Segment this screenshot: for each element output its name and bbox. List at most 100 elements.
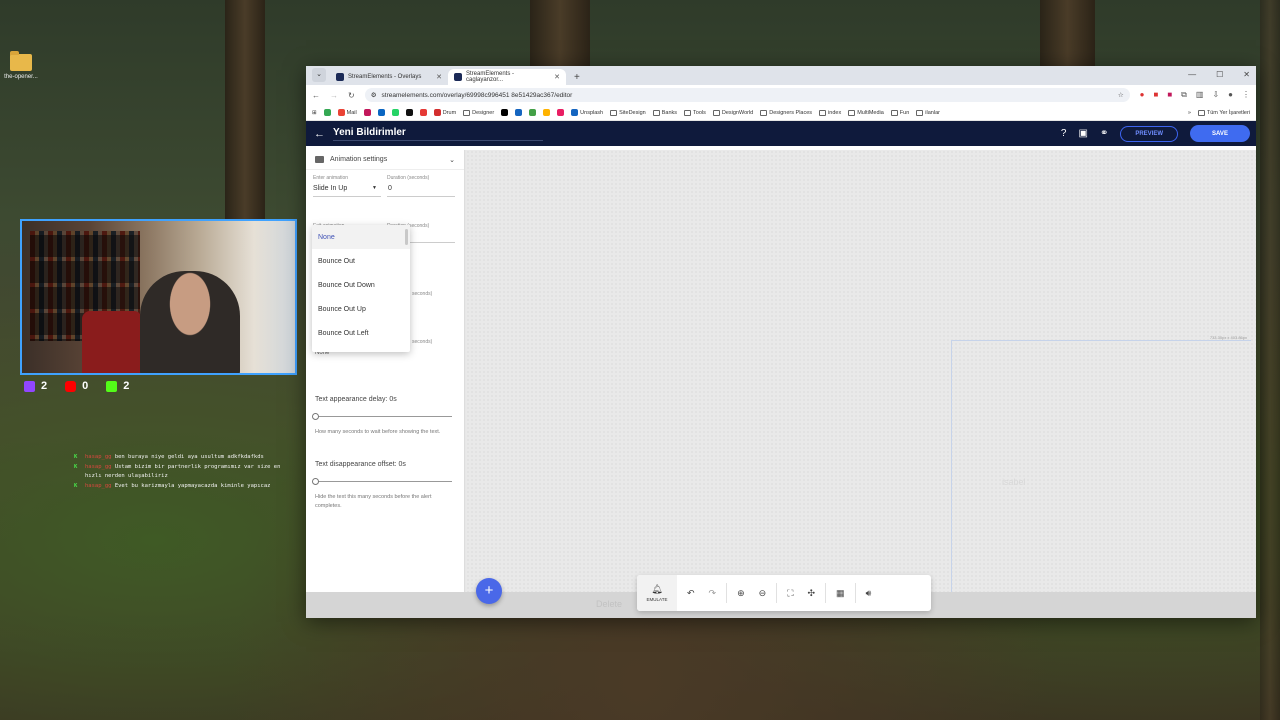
all-bookmarks[interactable]: Tüm Yer İşaretleri <box>1197 109 1250 116</box>
add-widget-button[interactable]: + <box>476 578 502 604</box>
sound-tools: 🔊︎ <box>856 588 882 599</box>
apps-icon[interactable]: ⊞ <box>312 110 317 116</box>
dropdown-option[interactable]: Bounce Out <box>312 249 410 273</box>
monitor-icon[interactable]: ▣ <box>1078 128 1087 139</box>
minimize-icon[interactable]: — <box>1188 70 1196 79</box>
bookmark-icon[interactable] <box>419 109 427 116</box>
fit-screen-icon[interactable]: ⛶ <box>787 588 793 599</box>
forward-icon[interactable]: → <box>330 91 338 100</box>
tree-trunk <box>530 0 590 70</box>
center-icon[interactable]: ✣ <box>808 588 816 599</box>
bookmark-folder-tools[interactable]: Tools <box>684 109 706 116</box>
view-tools: ⛶ ✣ <box>777 588 825 599</box>
text-offset-label: Text disappearance offset: 0s <box>315 461 406 468</box>
bookmark-icon[interactable] <box>557 109 565 116</box>
text-delay-label: Text appearance delay: 0s <box>315 396 397 403</box>
zoom-out-icon[interactable]: ⊖ <box>759 588 767 599</box>
bookmark-folder-index[interactable]: index <box>819 109 841 116</box>
bookmark-folder-designworld[interactable]: DesignWorld <box>712 109 753 116</box>
dropdown-option[interactable]: Bounce Out Up <box>312 297 410 321</box>
bookmark-icon[interactable] <box>323 109 331 116</box>
overlay-name-field[interactable]: Yeni Bildirimler <box>333 127 543 141</box>
bookmark-designer[interactable]: Designer <box>463 109 494 116</box>
overlay-stage[interactable]: 733.30px x 403.86px isabel <box>951 335 1251 592</box>
save-button[interactable]: SAVE <box>1190 125 1250 142</box>
bookmark-icon[interactable] <box>391 109 399 116</box>
dropdown-option[interactable]: Bounce Out Down <box>312 273 410 297</box>
url-field[interactable]: ⚙ streamelements.com/overlay/69998c99645… <box>364 88 1130 102</box>
bookmark-icon[interactable] <box>543 109 551 116</box>
redo-icon[interactable]: ↷ <box>709 588 717 599</box>
bookmark-icon[interactable] <box>515 109 523 116</box>
chat-text: ben buraya niye geldi aya usultum adkfkd… <box>114 454 264 460</box>
back-arrow-icon[interactable]: ← <box>314 128 325 140</box>
menu-icon[interactable]: ⋮ <box>1242 90 1250 100</box>
star-icon[interactable]: ☆ <box>1118 91 1124 99</box>
bookmark-label: Designers Places <box>769 109 813 116</box>
text-delay-slider[interactable] <box>315 416 452 417</box>
twitch-count: 2 <box>41 380 48 392</box>
downloads-icon[interactable]: ⇩ <box>1212 90 1219 100</box>
bookmark-icon[interactable] <box>405 109 413 116</box>
link-icon[interactable]: ⚭ <box>1100 128 1108 139</box>
overlay-canvas[interactable]: 733.30px x 403.86px isabel <box>466 150 1256 592</box>
duration-input[interactable]: 0 <box>388 185 392 192</box>
bookmark-folder-multimedia[interactable]: MultiMedia <box>848 109 884 116</box>
bookmark-folder-fun[interactable]: Fun <box>890 109 909 116</box>
extension-icon[interactable]: ■ <box>1167 90 1172 100</box>
emulate-button[interactable]: 🔔︎ EMULATE <box>637 575 677 611</box>
animation-settings-header[interactable]: Animation settings ⌄ <box>306 150 464 170</box>
enter-animation-select[interactable]: Slide In Up <box>313 185 347 192</box>
bookmark-icon[interactable] <box>377 109 385 116</box>
help-icon[interactable]: ? <box>1061 128 1067 139</box>
bookmark-folder-sitedesign[interactable]: SiteDesign <box>610 109 646 116</box>
reload-icon[interactable]: ↻ <box>348 91 355 100</box>
chat-user: hasap_gg <box>85 454 112 460</box>
bookmark-icon[interactable] <box>363 109 371 116</box>
new-tab-button[interactable]: + <box>574 72 580 83</box>
dropdown-option[interactable]: Bounce Out Left <box>312 321 410 345</box>
sidebar-icon[interactable]: ▥ <box>1196 90 1204 100</box>
preview-button[interactable]: PREVIEW <box>1120 125 1178 142</box>
grid-icon[interactable]: ▦ <box>836 588 845 599</box>
text-delay-slider-thumb[interactable] <box>312 413 319 420</box>
duration-label: Duration (seconds) <box>387 175 430 181</box>
text-offset-slider-thumb[interactable] <box>312 478 319 485</box>
close-window-icon[interactable]: ✕ <box>1243 70 1250 79</box>
tab-search-button[interactable]: ⌄ <box>312 68 326 82</box>
bookmark-mail[interactable]: Mail <box>337 109 357 116</box>
volume-icon[interactable]: 🔊︎ <box>866 588 872 599</box>
bookmarks-overflow-icon[interactable]: » <box>1188 110 1191 116</box>
maximize-icon[interactable]: ☐ <box>1216 70 1223 79</box>
hidden-field-label: seconds) <box>412 291 433 297</box>
dropdown-scrollbar[interactable] <box>405 229 408 245</box>
extension-icon[interactable]: ■ <box>1153 90 1158 100</box>
extension-icon[interactable]: ● <box>1140 90 1145 100</box>
kick-icon: K <box>74 454 78 460</box>
folder-icon <box>10 51 32 71</box>
desktop-folder-shortcut[interactable]: the-opener... <box>2 51 40 80</box>
extensions-icon[interactable]: ⧉ <box>1181 90 1187 100</box>
bookmark-folder-designers-places[interactable]: Designers Places <box>760 109 813 116</box>
dropdown-option[interactable]: None <box>312 225 410 249</box>
close-icon[interactable]: ✕ <box>554 73 560 81</box>
bookmark-unsplash[interactable]: Unsplash <box>571 109 603 116</box>
back-icon[interactable]: ← <box>312 91 320 100</box>
undo-icon[interactable]: ↶ <box>687 588 695 599</box>
bookmark-folder-banks[interactable]: Banks <box>652 109 677 116</box>
bookmark-icon[interactable] <box>529 109 537 116</box>
bookmark-folder-ilanlar[interactable]: ilanlar <box>916 109 940 116</box>
tab-overlays[interactable]: StreamElements - Overlays ✕ <box>330 69 448 85</box>
chevron-down-icon[interactable]: ⌄ <box>449 156 455 164</box>
bookmark-icon[interactable] <box>501 109 509 116</box>
duration-underline <box>387 196 455 197</box>
dropdown-arrow-icon[interactable]: ▼ <box>372 185 377 191</box>
bookmark-drum[interactable]: Drum <box>433 109 456 116</box>
close-icon[interactable]: ✕ <box>436 73 442 81</box>
site-info-icon[interactable]: ⚙ <box>371 91 377 99</box>
text-offset-slider[interactable] <box>315 481 452 482</box>
tab-editor[interactable]: StreamElements - caglayanzor... ✕ <box>448 69 566 85</box>
bookmark-label: Unsplash <box>580 109 604 116</box>
profile-icon[interactable]: ● <box>1228 90 1233 100</box>
zoom-in-icon[interactable]: ⊕ <box>737 588 745 599</box>
